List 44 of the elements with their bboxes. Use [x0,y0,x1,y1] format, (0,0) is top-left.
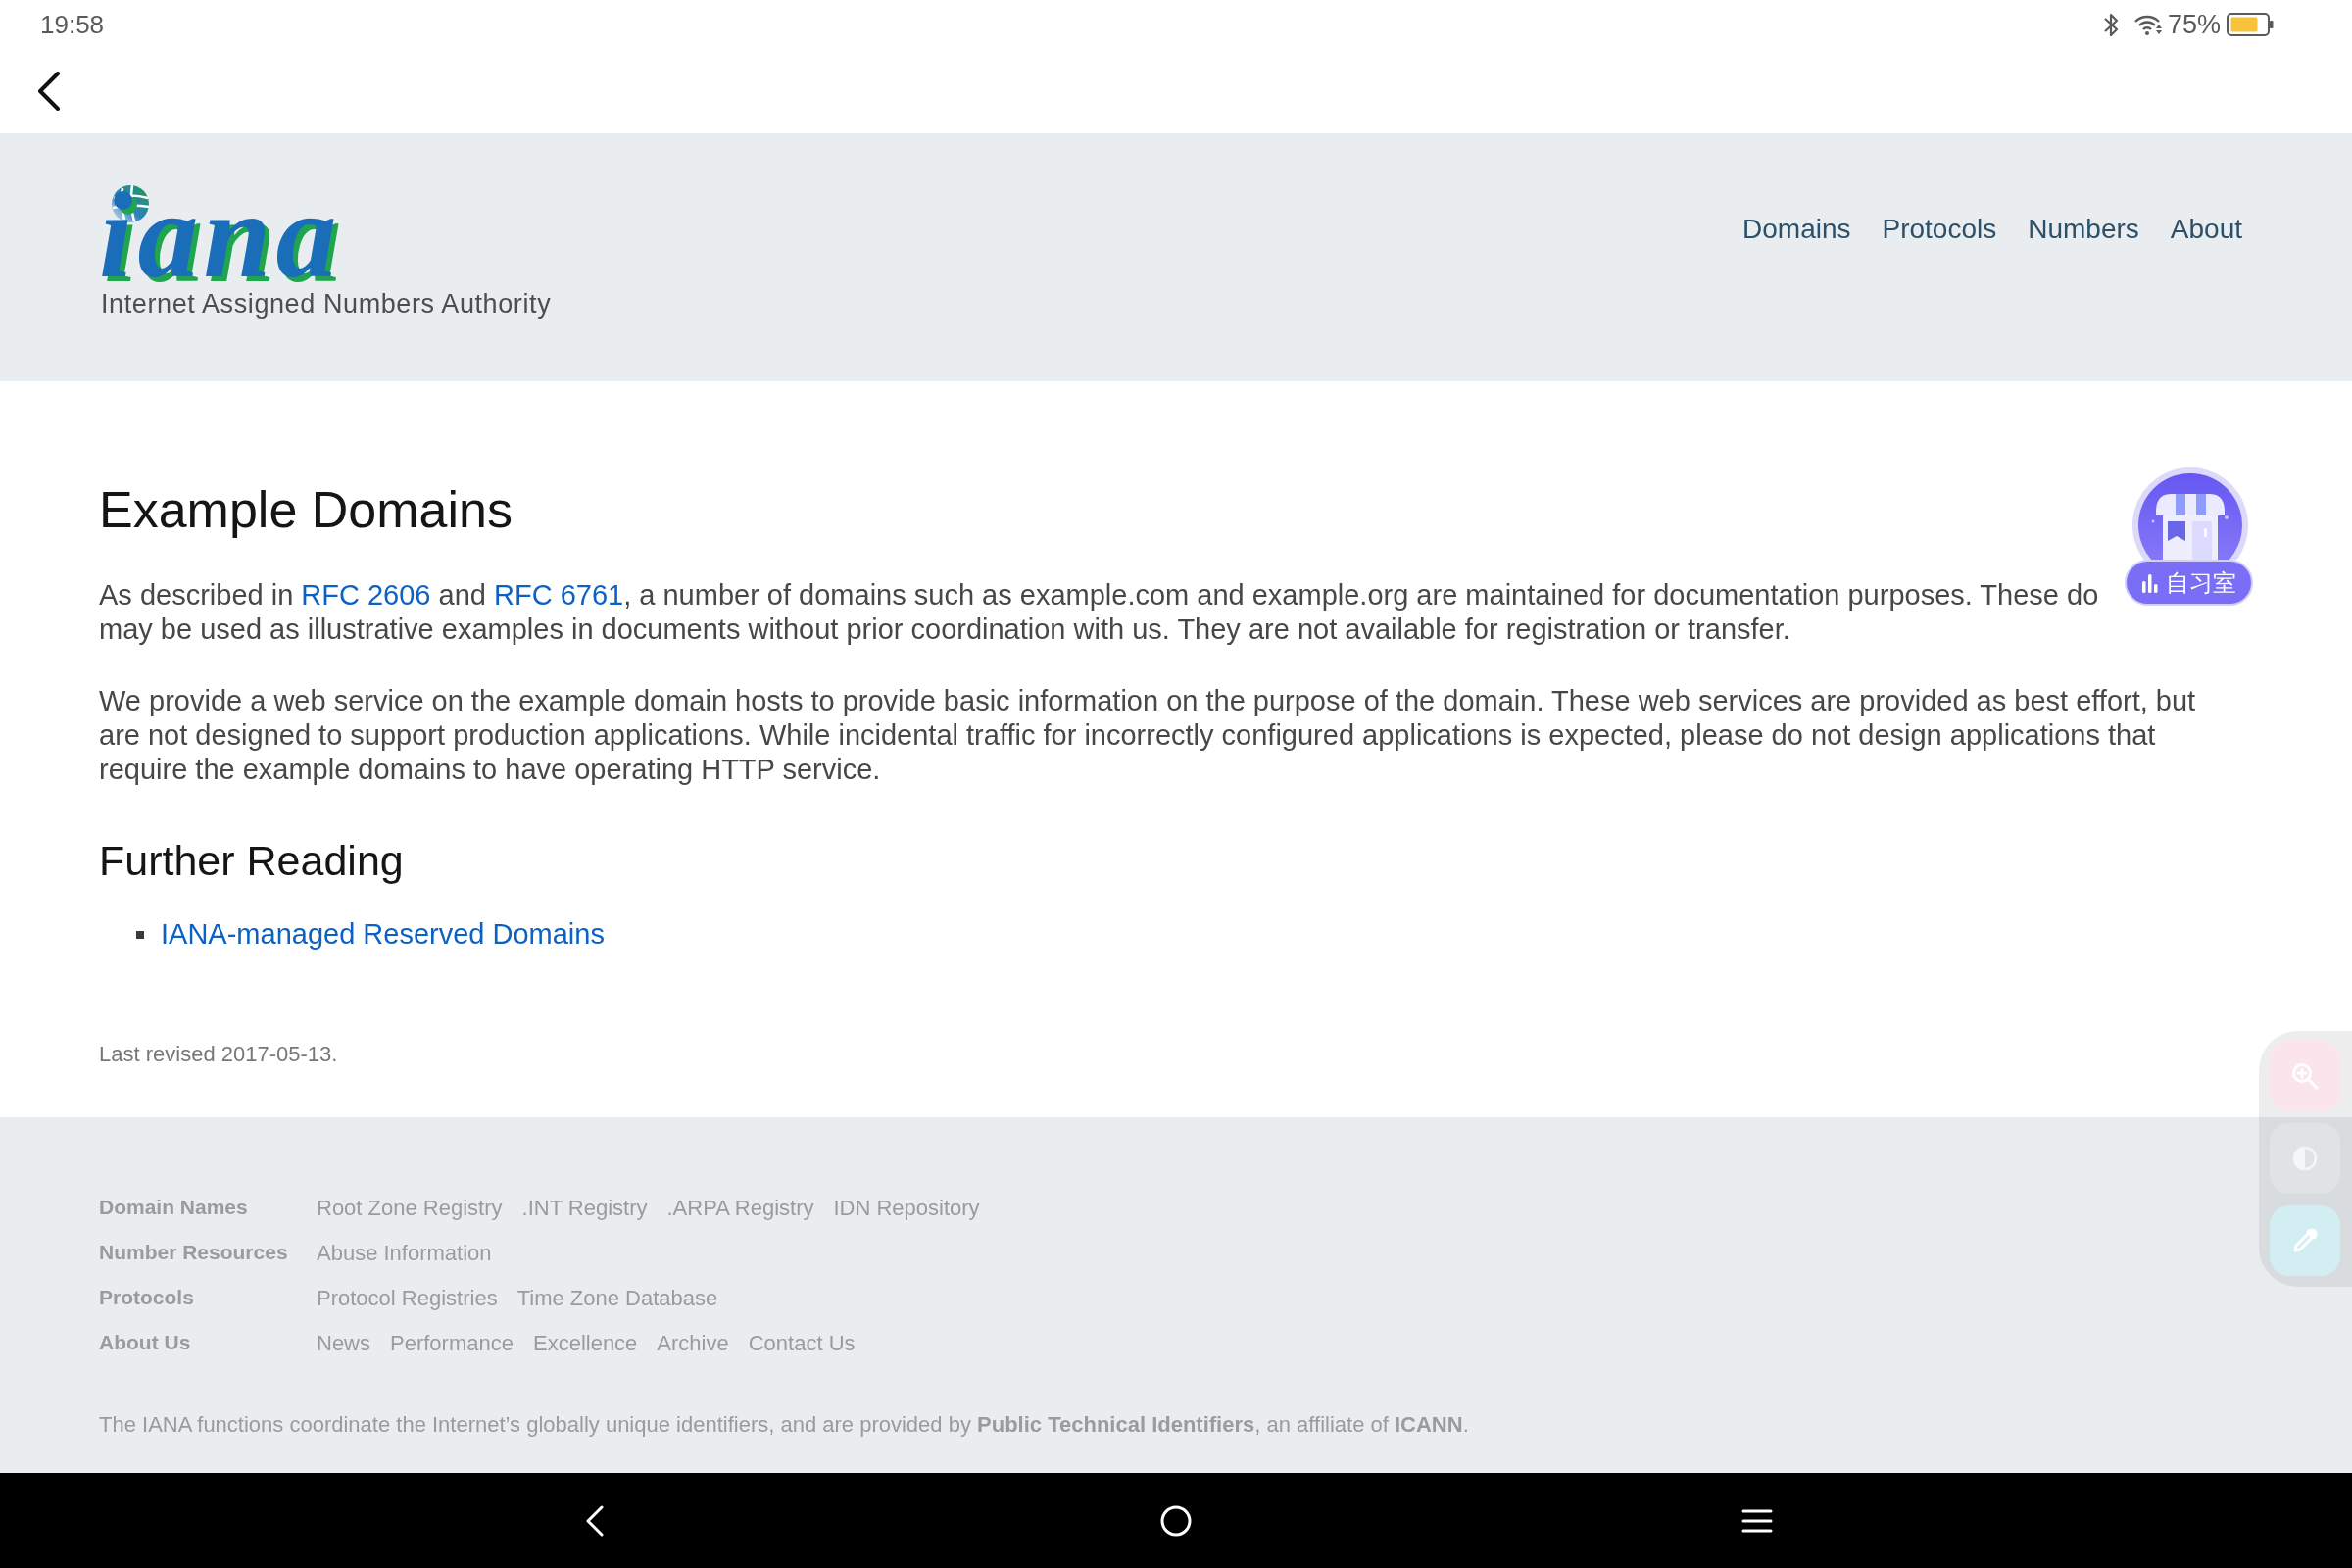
section-heading: Further Reading [99,840,404,882]
square-bullet-icon [136,930,144,939]
wifi-icon [2133,14,2162,35]
footer-link[interactable]: Excellence [532,1326,638,1359]
inline-link[interactable]: RFC 2606 [301,579,431,611]
bluetooth-icon [2102,12,2119,37]
footer-link[interactable]: Abuse Information [317,1236,492,1269]
footer-link[interactable]: Root Zone Registry [317,1191,503,1224]
circle-icon [1160,1504,1192,1537]
nav-link[interactable]: Protocols [1882,216,1997,243]
footer-note: The IANA functions coordinate the Internet’s globally unique identifiers, and are provided by Public Technical Identifiers, an affiliate of ICANN. [99,1414,1469,1436]
footer-link[interactable]: Protocol Registries [317,1281,498,1314]
list-link[interactable]: IANA-managed Reserved Domains [161,917,605,952]
bar-chart-icon [2141,572,2158,593]
footer-heading: Protocols [99,1285,194,1311]
inline-link[interactable]: RFC 6761 [494,579,624,611]
battery-percent: 75% [2167,11,2221,38]
eyedropper-icon [2291,1227,2319,1254]
logo: iana [99,184,342,288]
chevron-left-icon [585,1504,605,1537]
footer-link[interactable]: IDN Repository [833,1191,980,1224]
zoom-in-icon [2291,1062,2319,1090]
nav-link[interactable]: Domains [1742,216,1851,243]
battery-icon [2227,13,2274,36]
status-time: 19:58 [40,12,105,37]
footer-link[interactable]: Contact Us [748,1326,856,1359]
footer-heading: Domain Names [99,1195,248,1221]
menu-icon [1741,1507,1773,1534]
footer-heading: Number Resources [99,1240,288,1266]
paragraph: We provide a web service on the example domain hosts to provide basic information on the purpose of the domain. These web services are provided as best effort, but are not designed to support production applications. While incidental traffic for incorrectly configured applications is expected, please do not design applications that require the example domains to have operating HTTP service. [99,684,2196,787]
footer-link[interactable]: News [317,1326,370,1359]
footer-link[interactable]: .INT Registry [521,1191,648,1224]
footer-link[interactable]: Performance [390,1326,514,1359]
footer-heading: About Us [99,1330,191,1356]
nav-link[interactable]: Numbers [2028,216,2139,243]
logo-tagline: Internet Assigned Numbers Authority [101,291,552,318]
footer-link[interactable]: Time Zone Database [516,1281,718,1314]
paragraph: As described in RFC 2606 and RFC 6761, a number of domains such as example.com and example.org are maintained for documentation purposes. These do may be used as illustrative examples in documents without prior coordination with us. They are not available for registration or transfer. [99,578,2099,647]
nav-link[interactable]: About [2170,216,2242,243]
revision-date: Last revised 2017-05-13. [99,1044,338,1065]
footer-link[interactable]: .ARPA Registry [666,1191,814,1224]
footer-link[interactable]: Archive [657,1326,729,1359]
chevron-left-icon [37,72,61,111]
widget-button[interactable]: 自习室 [2125,560,2253,606]
